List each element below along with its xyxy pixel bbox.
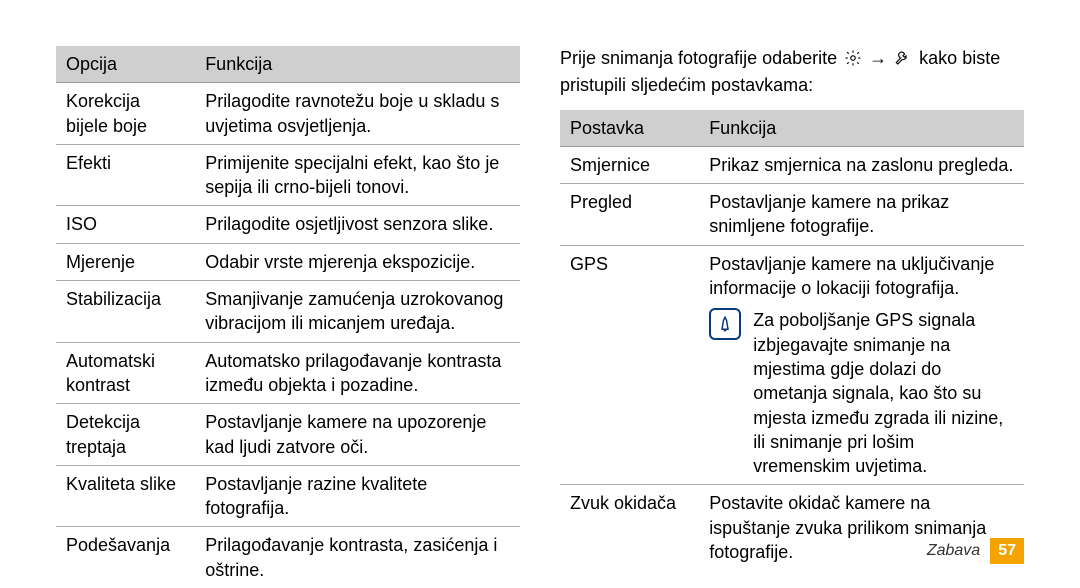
cell-option: Detekcija treptaja <box>56 404 195 466</box>
note-block: Za poboljšanje GPS signala izbjegavajte … <box>709 308 1014 478</box>
wrench-icon <box>894 49 912 73</box>
cell-option: Automatski kontrast <box>56 342 195 404</box>
table-row: Detekcija treptajaPostavljanje kamere na… <box>56 404 520 466</box>
cell-setting: Pregled <box>560 184 699 246</box>
footer-section: Zabava <box>927 540 980 562</box>
cell-function: Automatsko prilagođavanje kontrasta izme… <box>195 342 520 404</box>
table-row: MjerenjeOdabir vrste mjerenja ekspozicij… <box>56 243 520 280</box>
cell-function: Odabir vrste mjerenja ekspozicije. <box>195 243 520 280</box>
page-footer: Zabava 57 <box>927 538 1024 564</box>
cell-setting: Smjernice <box>560 146 699 183</box>
note-icon <box>709 308 741 340</box>
cell-option: ISO <box>56 206 195 243</box>
cell-function: Smanjivanje zamućenja uzrokovanog vibrac… <box>195 281 520 343</box>
table-row: Kvaliteta slikePostavljanje razine kvali… <box>56 465 520 527</box>
table-row: SmjernicePrikaz smjernica na zaslonu pre… <box>560 146 1024 183</box>
cell-option: Korekcija bijele boje <box>56 83 195 145</box>
th-postavka: Postavka <box>560 110 699 147</box>
settings-table: Postavka Funkcija SmjernicePrikaz smjern… <box>560 110 1024 571</box>
cell-setting: GPS <box>560 245 699 485</box>
cell-function: Prilagodite ravnotežu boje u skladu s uv… <box>195 83 520 145</box>
footer-page-number: 57 <box>990 538 1024 564</box>
options-table: Opcija Funkcija Korekcija bijele bojePri… <box>56 46 520 588</box>
table-row: ISOPrilagodite osjetljivost senzora slik… <box>56 206 520 243</box>
cell-function: Prikaz smjernica na zaslonu pregleda. <box>699 146 1024 183</box>
cell-option: Mjerenje <box>56 243 195 280</box>
th-funkcija-2: Funkcija <box>699 110 1024 147</box>
table-row: EfektiPrimijenite specijalni efekt, kao … <box>56 144 520 206</box>
th-funkcija: Funkcija <box>195 46 520 83</box>
cell-function: Prilagođavanje kontrasta, zasićenja i oš… <box>195 527 520 588</box>
cell-option: Efekti <box>56 144 195 206</box>
cell-function: Primijenite specijalni efekt, kao što je… <box>195 144 520 206</box>
table-row: StabilizacijaSmanjivanje zamućenja uzrok… <box>56 281 520 343</box>
cell-function: Postavljanje kamere na upozorenje kad lj… <box>195 404 520 466</box>
gear-icon <box>844 49 862 73</box>
cell-option: Podešavanja <box>56 527 195 588</box>
table-row: PodešavanjaPrilagođavanje kontrasta, zas… <box>56 527 520 588</box>
table-row: Automatski kontrastAutomatsko prilagođav… <box>56 342 520 404</box>
table-row: PregledPostavljanje kamere na prikaz sni… <box>560 184 1024 246</box>
th-opcija: Opcija <box>56 46 195 83</box>
right-column: Prije snimanja fotografije odaberite → k… <box>560 46 1024 588</box>
cell-function: Postavljanje kamere na prikaz snimljene … <box>699 184 1024 246</box>
left-column: Opcija Funkcija Korekcija bijele bojePri… <box>56 46 520 588</box>
cell-function: Postavljanje razine kvalitete fotografij… <box>195 465 520 527</box>
table-row: Korekcija bijele bojePrilagodite ravnote… <box>56 83 520 145</box>
cell-setting: Zvuk okidača <box>560 485 699 570</box>
cell-option: Stabilizacija <box>56 281 195 343</box>
cell-option: Kvaliteta slike <box>56 465 195 527</box>
intro-text: Prije snimanja fotografije odaberite → k… <box>560 46 1024 98</box>
cell-function: Prilagodite osjetljivost senzora slike. <box>195 206 520 243</box>
cell-function: Postavljanje kamere na uključivanje info… <box>699 245 1024 485</box>
note-text: Za poboljšanje GPS signala izbjegavajte … <box>753 308 1014 478</box>
table-row: GPSPostavljanje kamere na uključivanje i… <box>560 245 1024 485</box>
